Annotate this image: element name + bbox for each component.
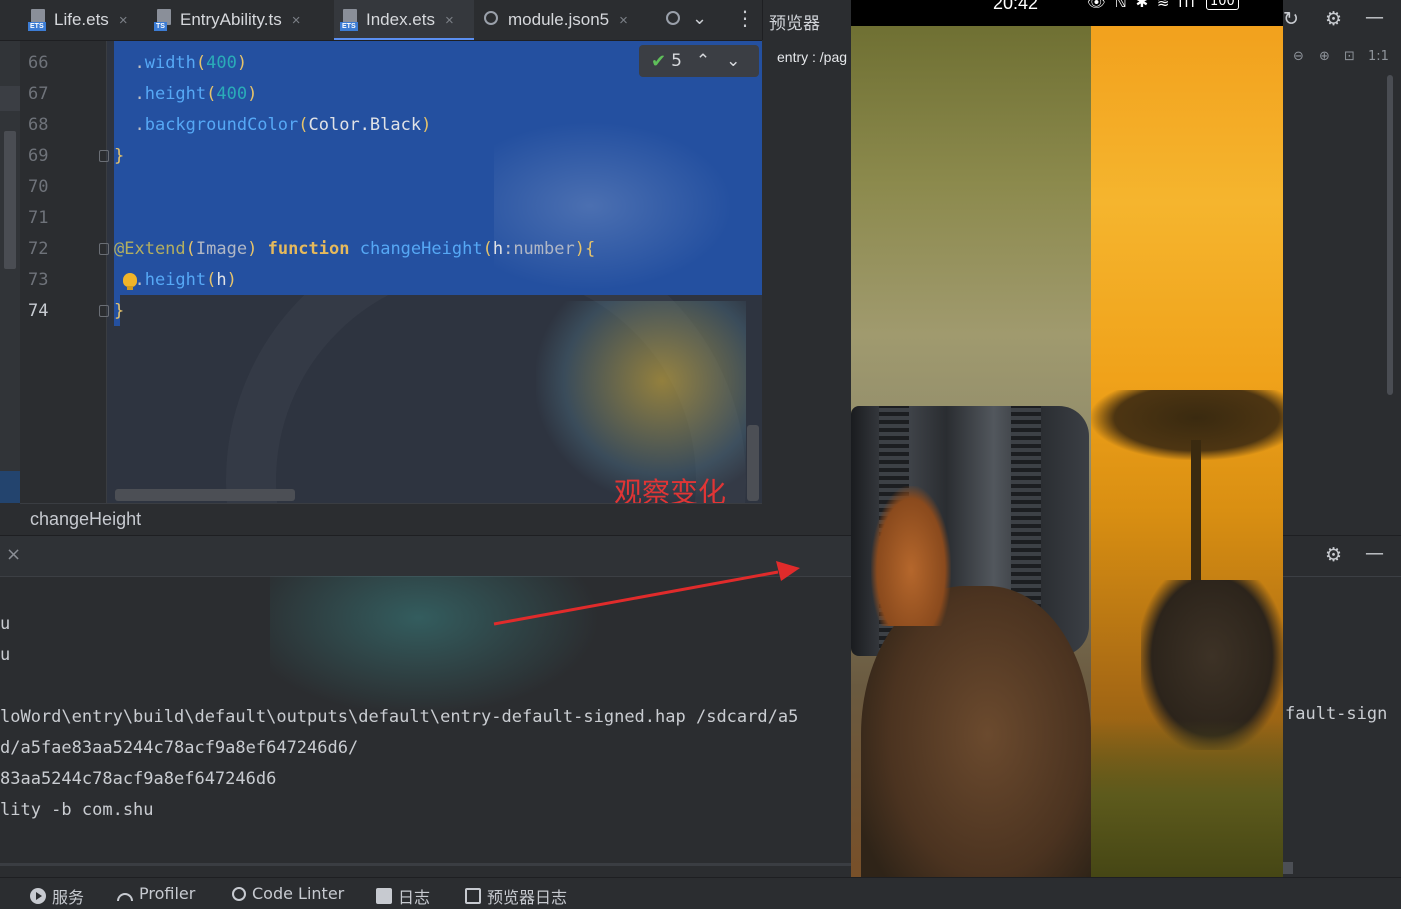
chevron-up-icon[interactable]: ⌃ bbox=[696, 51, 710, 71]
tab-close-icon[interactable]: × bbox=[292, 12, 301, 29]
line-number: 70 bbox=[28, 177, 49, 197]
bottom-tool-window-bar: 服务 Profiler Code Linter 日志 预览器日志 bbox=[0, 877, 1401, 909]
minimize-icon[interactable]: — bbox=[1365, 6, 1384, 28]
line-number: 68 bbox=[28, 115, 49, 135]
code-line-74[interactable]: } bbox=[114, 301, 124, 321]
tool-label: Profiler bbox=[139, 884, 196, 903]
line-number: 69 bbox=[28, 146, 49, 166]
line-number: 72 bbox=[28, 239, 49, 259]
annotation-arrow bbox=[493, 561, 800, 626]
code-line-67[interactable]: .height(400) bbox=[114, 84, 257, 104]
vertical-scrollbar[interactable] bbox=[1387, 75, 1393, 395]
code-line-66[interactable]: .width(400) bbox=[114, 53, 247, 73]
line-number: 67 bbox=[28, 84, 49, 104]
actual-size-icon[interactable]: 1:1 bbox=[1368, 49, 1389, 64]
minimize-icon[interactable]: — bbox=[1365, 542, 1384, 564]
code-linter-icon bbox=[232, 886, 246, 901]
tool-label: 日志 bbox=[398, 888, 431, 907]
tab-close-icon[interactable]: × bbox=[619, 12, 628, 29]
monkey-paw-image bbox=[871, 486, 951, 626]
ets-file-icon: ETS bbox=[340, 9, 360, 31]
horizontal-scrollbar[interactable] bbox=[1283, 862, 1293, 874]
tab-module-json5[interactable]: module.json5 × bbox=[476, 0, 656, 40]
line-number: 66 bbox=[28, 53, 49, 73]
log-tool-button[interactable]: 日志 bbox=[376, 884, 430, 908]
tab-index-ets[interactable]: ETS Index.ets × bbox=[334, 0, 474, 40]
previewer-log-icon bbox=[465, 888, 481, 904]
previewer-toolbar: entry : /pag bbox=[762, 41, 851, 535]
tab-close-icon[interactable]: × bbox=[119, 12, 128, 29]
kebab-menu-icon[interactable]: ⋮ bbox=[735, 6, 755, 30]
check-icon: ✔ bbox=[651, 50, 667, 72]
json-settings-file-icon bbox=[482, 9, 502, 31]
acacia-tree-image bbox=[1091, 390, 1283, 460]
status-icons: 👁 ℕ ✱ ≋ ıll bbox=[1087, 0, 1197, 11]
tab-life-ets[interactable]: ETS Life.ets × bbox=[22, 0, 146, 40]
previewer-title: 预览器 bbox=[769, 14, 820, 34]
code-line-72[interactable]: @Extend(Image) function changeHeight(h:n… bbox=[114, 239, 595, 259]
previewer-tool-column: ↻ ⚙ — ⊖ ⊕ ⊡ 1:1 ⚙ — fault-sign bbox=[1283, 0, 1401, 877]
previewer-header: 预览器 bbox=[762, 0, 852, 40]
fit-screen-icon[interactable]: ⊡ bbox=[1344, 49, 1355, 64]
device-preview[interactable]: 20:42 👁 ℕ ✱ ≋ ıll 100 bbox=[851, 0, 1283, 908]
output-line: fault-sign bbox=[1285, 704, 1388, 724]
breadcrumb[interactable]: changeHeight bbox=[20, 503, 762, 536]
rotate-icon[interactable]: ↻ bbox=[1283, 8, 1299, 30]
tab-label: Life.ets bbox=[54, 10, 109, 29]
code-line-69[interactable]: } bbox=[114, 146, 124, 166]
services-icon bbox=[30, 888, 46, 904]
log-icon bbox=[376, 888, 392, 904]
tab-entryability-ts[interactable]: TS EntryAbility.ts × bbox=[148, 0, 332, 40]
preview-image-monkey-camera bbox=[851, 26, 1091, 908]
tab-label: EntryAbility.ts bbox=[180, 10, 282, 29]
services-tool-button[interactable]: 服务 bbox=[30, 884, 84, 908]
vertical-scrollbar[interactable] bbox=[747, 425, 759, 501]
chevron-down-icon[interactable]: ⌄ bbox=[726, 51, 740, 71]
zoom-out-icon[interactable]: ⊖ bbox=[1293, 49, 1304, 64]
line-number-gutter[interactable]: 66 67 68 69 70 71 72 73 74 bbox=[0, 41, 109, 503]
ts-file-icon: TS bbox=[154, 9, 174, 31]
monkey-image bbox=[861, 586, 1091, 908]
line-number: 73 bbox=[28, 270, 49, 290]
line-number: 74 bbox=[28, 301, 49, 321]
lightbulb-icon[interactable] bbox=[123, 273, 137, 290]
horizontal-scrollbar[interactable] bbox=[0, 863, 851, 866]
zoom-in-icon[interactable]: ⊕ bbox=[1319, 49, 1330, 64]
code-line-68[interactable]: .backgroundColor(Color.Black) bbox=[114, 115, 431, 135]
run-output-panel: × u u loWord\entry\build\default\outputs… bbox=[0, 535, 851, 866]
tool-label: Code Linter bbox=[252, 884, 345, 903]
gear-icon[interactable]: ⚙ bbox=[1325, 8, 1342, 30]
zoom-toolbar: ⊖ ⊕ ⊡ 1:1 bbox=[1283, 40, 1401, 75]
profiler-icon bbox=[117, 892, 133, 901]
panel-right-toolbar: ⚙ — bbox=[1283, 535, 1401, 577]
code-linter-tool-button[interactable]: Code Linter bbox=[232, 884, 344, 903]
previewer-top-toolbar: ↻ ⚙ — bbox=[1283, 0, 1401, 40]
editor-tab-bar: ETS Life.ets × TS EntryAbility.ts × ETS … bbox=[0, 0, 762, 41]
breadcrumb-item[interactable]: changeHeight bbox=[30, 509, 141, 530]
fold-marker-icon[interactable] bbox=[99, 243, 109, 255]
overflow-file-icon[interactable] bbox=[664, 9, 684, 31]
code-editor[interactable]: 66 67 68 69 70 71 72 73 74 .width(400) .… bbox=[0, 41, 762, 503]
fold-marker-icon[interactable] bbox=[99, 305, 109, 317]
tab-label: module.json5 bbox=[508, 10, 610, 29]
battery-icon: 100 bbox=[1206, 0, 1239, 10]
phone-clock: 20:42 bbox=[993, 0, 1039, 13]
ets-file-icon: ETS bbox=[28, 9, 48, 31]
tab-label: Index.ets bbox=[366, 10, 435, 29]
profiler-tool-button[interactable]: Profiler bbox=[117, 884, 195, 903]
chevron-down-icon[interactable]: ⌄ bbox=[692, 8, 707, 29]
tab-close-icon[interactable]: × bbox=[445, 12, 454, 29]
inspection-count: 5 bbox=[671, 51, 682, 71]
previewer-log-tool-button[interactable]: 预览器日志 bbox=[465, 884, 567, 908]
previewer-page-path[interactable]: entry : /pag bbox=[777, 49, 847, 65]
fold-marker-icon[interactable] bbox=[99, 150, 109, 162]
horizontal-scrollbar[interactable] bbox=[115, 489, 295, 501]
tool-label: 预览器日志 bbox=[487, 888, 568, 907]
line-number: 71 bbox=[28, 208, 49, 228]
gear-icon[interactable]: ⚙ bbox=[1325, 544, 1342, 566]
phone-status-bar: 20:42 👁 ℕ ✱ ≋ ıll 100 bbox=[851, 0, 1283, 26]
inspection-widget[interactable]: ✔ 5 ⌃ ⌄ bbox=[639, 45, 759, 77]
tool-label: 服务 bbox=[52, 888, 85, 907]
